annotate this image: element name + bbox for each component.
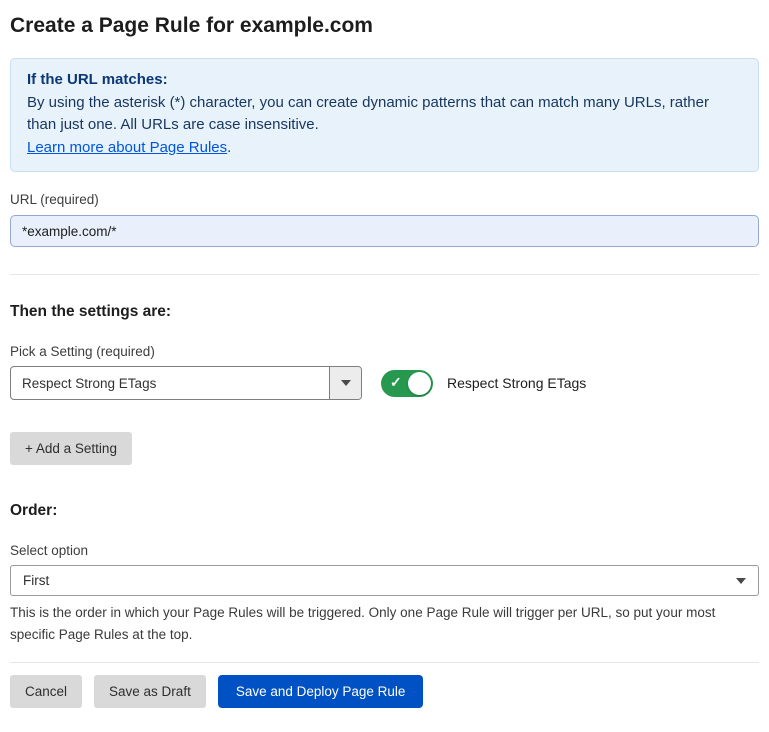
setting-select-arrow-button[interactable] [329,367,361,399]
section-divider-top [10,274,759,275]
respect-strong-etags-toggle[interactable]: ✓ [381,370,433,397]
save-draft-button[interactable]: Save as Draft [94,675,206,708]
order-section-heading: Order: [10,502,759,520]
chevron-down-icon [736,578,746,584]
url-match-info-box: If the URL matches: By using the asteris… [10,58,759,172]
info-box-link-line: Learn more about Page Rules. [27,137,742,160]
pick-setting-label: Pick a Setting (required) [10,344,759,359]
setting-select[interactable]: Respect Strong ETags [10,366,362,400]
info-box-heading: If the URL matches: [27,69,742,92]
order-help-text: This is the order in which your Page Rul… [10,602,759,645]
learn-more-link[interactable]: Learn more about Page Rules [27,139,227,156]
setting-row: Respect Strong ETags ✓ Respect Strong ET… [10,366,759,400]
settings-section-heading: Then the settings are: [10,303,759,321]
info-box-body: By using the asterisk (*) character, you… [27,92,742,137]
chevron-down-icon [341,380,351,386]
order-select-label: Select option [10,543,759,558]
link-suffix: . [227,139,231,156]
cancel-button[interactable]: Cancel [10,675,82,708]
footer-actions: Cancel Save as Draft Save and Deploy Pag… [10,662,759,720]
url-field-label: URL (required) [10,192,759,207]
setting-select-value: Respect Strong ETags [11,367,329,399]
save-deploy-button[interactable]: Save and Deploy Page Rule [218,675,424,708]
add-setting-button[interactable]: + Add a Setting [10,432,132,465]
order-select[interactable]: First [10,565,759,596]
toggle-knob [408,372,431,395]
page-rule-form: Create a Page Rule for example.com If th… [0,14,769,720]
toggle-label: Respect Strong ETags [447,375,586,391]
url-input[interactable] [10,215,759,247]
page-title: Create a Page Rule for example.com [10,14,759,38]
order-select-value: First [23,573,49,588]
check-icon: ✓ [390,374,402,391]
